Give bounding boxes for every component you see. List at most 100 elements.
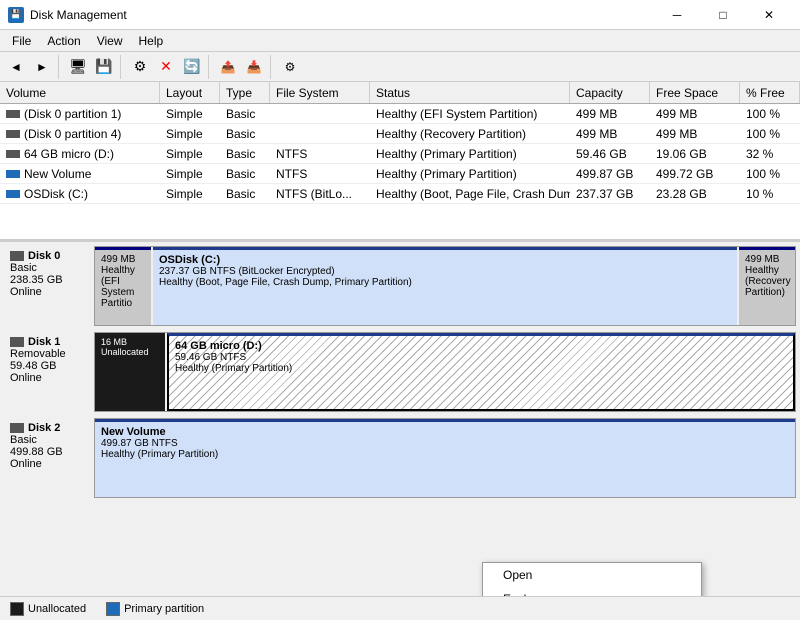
toolbar-sep-4 xyxy=(270,55,274,79)
cell-status: Healthy (Primary Partition) xyxy=(370,166,570,182)
toolbar-sep-3 xyxy=(208,55,212,79)
disk-0-status: Online xyxy=(10,286,88,298)
cell-status: Healthy (Primary Partition) xyxy=(370,146,570,162)
toolbar-btn-x[interactable]: ✕ xyxy=(154,55,178,79)
cell-type: Basic xyxy=(220,146,270,162)
disk-1-row: Disk 1 Removable 59.48 GB Online 16 MB U… xyxy=(4,332,796,412)
cell-pct: 100 % xyxy=(740,126,800,142)
disk-2-row: Disk 2 Basic 499.88 GB Online New Volume… xyxy=(4,418,796,498)
cell-type: Basic xyxy=(220,106,270,122)
cell-free: 499 MB xyxy=(650,126,740,142)
cell-layout: Simple xyxy=(160,186,220,202)
disk-2-label: Disk 2 Basic 499.88 GB Online xyxy=(4,418,94,498)
disk-1-partition-unallocated[interactable]: 16 MB Unallocated xyxy=(95,333,165,411)
table-header: Volume Layout Type File System Status Ca… xyxy=(0,82,800,104)
toolbar-btn-7[interactable]: 📤 xyxy=(216,55,240,79)
cell-pct: 100 % xyxy=(740,106,800,122)
disk-1-title: Disk 1 xyxy=(10,336,88,348)
disk-1-label: Disk 1 Removable 59.48 GB Online xyxy=(4,332,94,412)
legend-label-primary: Primary partition xyxy=(124,603,204,615)
title-bar: 💾 Disk Management ─ □ ✕ xyxy=(0,0,800,30)
col-volume: Volume xyxy=(0,82,160,103)
back-button[interactable]: ◄ xyxy=(4,55,28,79)
cell-status: Healthy (Recovery Partition) xyxy=(370,126,570,142)
table-row[interactable]: (Disk 0 partition 1) Simple Basic Health… xyxy=(0,104,800,124)
legend-label-unallocated: Unallocated xyxy=(28,603,86,615)
disk-0-partition-recovery[interactable]: 499 MB Healthy (Recovery Partition) xyxy=(739,247,795,325)
cell-pct: 32 % xyxy=(740,146,800,162)
toolbar-btn-9[interactable]: ⚙ xyxy=(278,55,302,79)
menu-file[interactable]: File xyxy=(4,30,39,52)
legend-primary: Primary partition xyxy=(106,602,204,616)
col-pctfree: % Free xyxy=(740,82,800,103)
cell-capacity: 499 MB xyxy=(570,106,650,122)
disk-2-partitions: New Volume 499.87 GB NTFS Healthy (Prima… xyxy=(94,418,796,498)
legend-box-primary xyxy=(106,602,120,616)
disk-0-partition-efi[interactable]: 499 MB Healthy (EFI System Partitio xyxy=(95,247,151,325)
table-row[interactable]: OSDisk (C:) Simple Basic NTFS (BitLo... … xyxy=(0,184,800,204)
cell-fs xyxy=(270,113,370,115)
disk-0-type: Basic xyxy=(10,262,88,274)
window-title: Disk Management xyxy=(30,8,127,22)
minimize-button[interactable]: ─ xyxy=(654,0,700,30)
table-row[interactable]: New Volume Simple Basic NTFS Healthy (Pr… xyxy=(0,164,800,184)
cell-layout: Simple xyxy=(160,106,220,122)
menu-view[interactable]: View xyxy=(89,30,131,52)
disk-2-title: Disk 2 xyxy=(10,422,88,434)
cell-volume: 64 GB micro (D:) xyxy=(0,146,160,162)
legend-box-unallocated xyxy=(10,602,24,616)
cell-free: 23.28 GB xyxy=(650,186,740,202)
disk-1-status: Online xyxy=(10,372,88,384)
ctx-explore[interactable]: Explore xyxy=(483,587,701,596)
toolbar: ◄ ► 🖥 💾 ⚙ ✕ 🔄 📤 📥 ⚙ xyxy=(0,52,800,82)
cell-type: Basic xyxy=(220,186,270,202)
table-body: (Disk 0 partition 1) Simple Basic Health… xyxy=(0,104,800,204)
main-area: Volume Layout Type File System Status Ca… xyxy=(0,82,800,596)
ctx-open[interactable]: Open xyxy=(483,563,701,587)
menu-action[interactable]: Action xyxy=(39,30,88,52)
context-menu: Open Explore Mark Partition as Active Ch… xyxy=(482,562,702,596)
cell-capacity: 237.37 GB xyxy=(570,186,650,202)
cell-free: 19.06 GB xyxy=(650,146,740,162)
maximize-button[interactable]: □ xyxy=(700,0,746,30)
cell-fs: NTFS xyxy=(270,146,370,162)
window-controls: ─ □ ✕ xyxy=(654,0,792,30)
cell-free: 499.72 GB xyxy=(650,166,740,182)
cell-capacity: 499 MB xyxy=(570,126,650,142)
cell-free: 499 MB xyxy=(650,106,740,122)
cell-layout: Simple xyxy=(160,126,220,142)
status-bar: Unallocated Primary partition xyxy=(0,596,800,620)
disk-0-partition-os[interactable]: OSDisk (C:) 237.37 GB NTFS (BitLocker En… xyxy=(153,247,737,325)
cell-fs: NTFS xyxy=(270,166,370,182)
disk-0-size: 238.35 GB xyxy=(10,274,88,286)
col-capacity: Capacity xyxy=(570,82,650,103)
cell-pct: 10 % xyxy=(740,186,800,202)
menu-help[interactable]: Help xyxy=(131,30,172,52)
toolbar-btn-5[interactable]: ⚙ xyxy=(128,55,152,79)
forward-button[interactable]: ► xyxy=(30,55,54,79)
toolbar-btn-4[interactable]: 💾 xyxy=(92,55,116,79)
cell-pct: 100 % xyxy=(740,166,800,182)
table-row[interactable]: 64 GB micro (D:) Simple Basic NTFS Healt… xyxy=(0,144,800,164)
disk-1-partition-d[interactable]: 64 GB micro (D:) 59.46 GB NTFS Healthy (… xyxy=(167,333,795,411)
toolbar-sep-1 xyxy=(58,55,62,79)
disk-view-area: Disk 0 Basic 238.35 GB Online 499 MB Hea… xyxy=(0,242,800,596)
disk-2-type: Basic xyxy=(10,434,88,446)
cell-type: Basic xyxy=(220,166,270,182)
toolbar-sep-2 xyxy=(120,55,124,79)
disk-2-partition-newvol[interactable]: New Volume 499.87 GB NTFS Healthy (Prima… xyxy=(95,419,795,497)
col-status: Status xyxy=(370,82,570,103)
disk-0-row: Disk 0 Basic 238.35 GB Online 499 MB Hea… xyxy=(4,246,796,326)
toolbar-btn-3[interactable]: 🖥 xyxy=(66,55,90,79)
col-type: Type xyxy=(220,82,270,103)
col-filesystem: File System xyxy=(270,82,370,103)
cell-fs xyxy=(270,133,370,135)
close-button[interactable]: ✕ xyxy=(746,0,792,30)
cell-status: Healthy (Boot, Page File, Crash Dump, Pr… xyxy=(370,186,570,202)
toolbar-btn-6[interactable]: 🔄 xyxy=(180,55,204,79)
cell-volume: OSDisk (C:) xyxy=(0,186,160,202)
disk-0-partitions: 499 MB Healthy (EFI System Partitio OSDi… xyxy=(94,246,796,326)
toolbar-btn-8[interactable]: 📥 xyxy=(242,55,266,79)
cell-layout: Simple xyxy=(160,146,220,162)
table-row[interactable]: (Disk 0 partition 4) Simple Basic Health… xyxy=(0,124,800,144)
